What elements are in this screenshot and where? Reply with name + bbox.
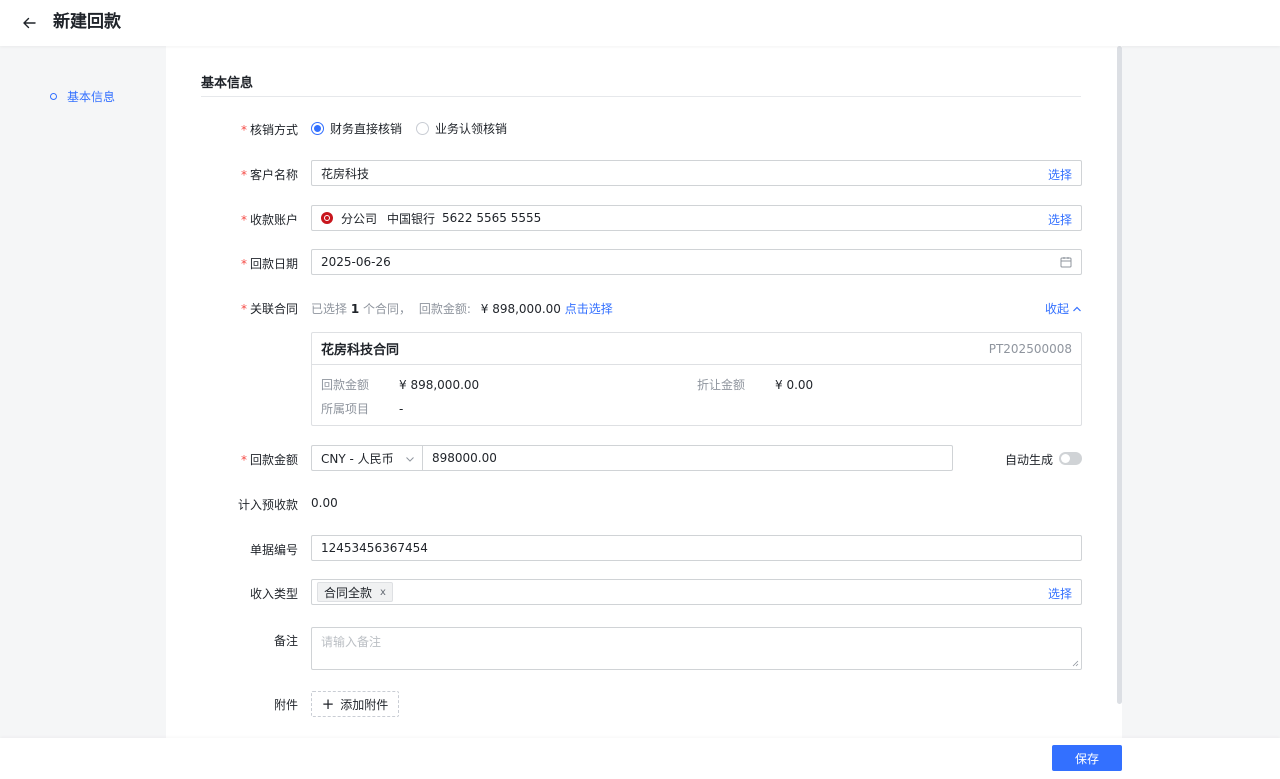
anchor-item-basic-info[interactable]: 基本信息 (50, 88, 115, 105)
prepaid-value: 0.00 (311, 496, 338, 510)
radio-unchecked-icon (416, 122, 430, 135)
customer-label: * 客户名称 (240, 168, 298, 182)
account-field[interactable]: 分公司 中国银行 5622 5565 5555 选择 (311, 205, 1082, 231)
currency-select[interactable]: CNY - 人民币 (311, 445, 423, 471)
contract-payment: 回款金额 ¥ 898,000.00 (321, 378, 480, 392)
tag-close-icon[interactable]: x (380, 587, 386, 598)
footer-bar: 保存 (0, 738, 1280, 779)
auto-generate-toggle[interactable] (1059, 452, 1082, 465)
required-mark: * (240, 123, 247, 137)
contract-card: 花房科技合同 PT202500008 回款金额 ¥ 898,000.00 折让金额… (311, 332, 1082, 426)
auto-generate-label: 自动生成 (1005, 453, 1054, 467)
section-title: 基本信息 (201, 76, 254, 91)
customer-field[interactable]: 花房科技 选择 (311, 160, 1082, 186)
contract-name: 花房科技合同 (321, 343, 400, 358)
required-mark: * (240, 168, 247, 182)
income-type-select-link[interactable]: 选择 (1048, 585, 1072, 602)
account-select-link[interactable]: 选择 (1048, 211, 1072, 228)
attachment-label: 附件 (273, 698, 298, 712)
contract-discount: 折让金额 ¥ 0.00 (697, 378, 814, 392)
remark-label: 备注 (273, 634, 298, 648)
contract-label: * 关联合同 (240, 302, 298, 316)
doc-number-input[interactable]: 12453456367454 (311, 535, 1082, 561)
account-label: * 收款账户 (240, 213, 298, 227)
doc-number-label: 单据编号 (249, 543, 298, 557)
calendar-icon (1060, 257, 1072, 268)
income-type-field[interactable]: 合同全款 x 选择 (311, 579, 1082, 605)
contract-code: PT202500008 (988, 342, 1072, 356)
contract-select-link[interactable]: 点击选择 (565, 302, 613, 316)
plus-icon: + (321, 695, 335, 713)
write-off-label: * 核销方式 (240, 123, 298, 137)
anchor-item-label: 基本信息 (67, 90, 116, 104)
page-header: 新建回款 (0, 0, 1280, 46)
chevron-up-icon (1073, 306, 1081, 311)
anchor-nav: 基本信息 (0, 46, 166, 738)
radio-checked-icon (311, 122, 324, 135)
required-mark: * (240, 453, 247, 467)
add-attachment-button[interactable]: + 添加附件 (311, 691, 399, 717)
chevron-down-icon (406, 457, 414, 462)
required-mark: * (240, 213, 247, 227)
prepaid-label: 计入预收款 (237, 498, 298, 512)
form-card: 基本信息 * 核销方式 财务直接核销 业务认领核销 * 客户名称 花房科技 选择 *… (166, 46, 1122, 738)
section-divider (201, 96, 1081, 97)
amount-label: * 回款金额 (240, 453, 298, 467)
write-off-radio-group: 财务直接核销 业务认领核销 (311, 120, 521, 137)
contract-summary: 已选择 1 个合同， 回款金额: ¥ 898,000.00 点击选择 (311, 302, 613, 316)
radio-business-claim[interactable]: 业务认领核销 (416, 120, 507, 137)
back-arrow-icon[interactable] (20, 14, 38, 32)
bank-of-china-icon (321, 212, 333, 224)
anchor-dot-icon (50, 93, 57, 100)
contract-project: 所属项目 - (321, 402, 404, 416)
remark-textarea[interactable]: 请输入备注 (311, 627, 1082, 670)
date-label: * 回款日期 (240, 257, 298, 271)
income-type-label: 收入类型 (249, 587, 298, 601)
scrollbar[interactable] (1117, 46, 1122, 704)
required-mark: * (240, 302, 247, 316)
contract-card-header: 花房科技合同 PT202500008 (312, 333, 1081, 365)
radio-finance-direct[interactable]: 财务直接核销 (311, 120, 402, 137)
resize-grip-icon[interactable] (1072, 660, 1079, 667)
amount-input[interactable]: 898000.00 (422, 445, 953, 471)
date-picker[interactable]: 2025-06-26 (311, 249, 1082, 275)
page-title: 新建回款 (53, 12, 121, 32)
required-mark: * (240, 257, 247, 271)
save-button[interactable]: 保存 (1052, 745, 1122, 771)
income-type-tag: 合同全款 x (317, 582, 393, 602)
collapse-toggle[interactable]: 收起 (1045, 300, 1082, 317)
customer-select-link[interactable]: 选择 (1048, 166, 1072, 183)
